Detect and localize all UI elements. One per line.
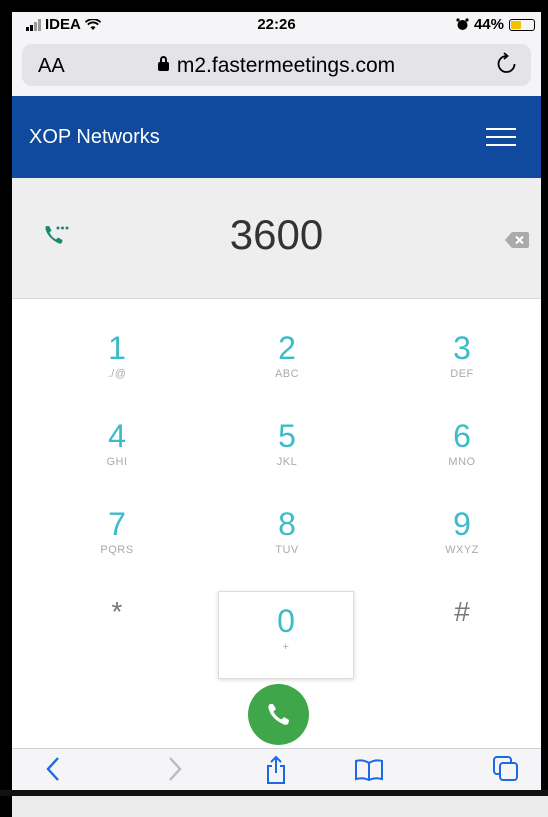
key-digit: 0 [277,603,295,639]
key-digit: 1 [108,330,126,366]
chevron-left-icon[interactable] [44,755,64,783]
url-field[interactable]: AA m2.fastermeetings.com [22,44,531,86]
key-digit: * [111,596,123,627]
share-icon[interactable] [264,755,288,785]
key-7[interactable]: 7 PQRS [50,475,184,563]
device-frame: IDEA 22:26 44% AA m2.fastermeetings.com … [0,0,548,817]
browser-toolbar [12,748,541,790]
key-5[interactable]: 5 JKL [220,387,354,475]
browser-address-bar: AA m2.fastermeetings.com [12,38,541,96]
key-6[interactable]: 6 MNO [395,387,529,475]
phone-screen: IDEA 22:26 44% AA m2.fastermeetings.com … [12,12,541,790]
reload-icon[interactable] [497,52,517,80]
key-letters: ./@ [107,368,127,380]
brand-name[interactable]: XOP Networks [29,126,160,149]
key-digit: 3 [453,330,471,366]
hamburger-menu-icon[interactable] [486,128,516,146]
frame-bottom-border [0,790,548,796]
battery-icon [509,18,535,31]
key-digit: 4 [108,418,126,454]
key-1[interactable]: 1 ./@ [50,299,184,387]
app-header: XOP Networks [12,96,541,178]
key-letters: DEF [450,368,474,380]
key-letters: TUV [275,544,299,556]
key-digit: 6 [453,418,471,454]
lock-icon [157,56,169,71]
number-display: 3600 [12,178,541,299]
url-display[interactable]: m2.fastermeetings.com [22,54,531,78]
key-hash[interactable]: # [395,563,529,651]
key-star[interactable]: * [50,563,184,651]
key-letters: JKL [276,456,298,468]
frame-top-border [0,0,548,12]
key-letters: + [282,641,290,653]
phone-icon [268,704,289,725]
key-digit: 2 [278,330,296,366]
key-letters: GHI [106,456,128,468]
url-text: m2.fastermeetings.com [176,54,396,77]
battery-percent: 44% [473,16,504,33]
alarm-icon [456,18,469,30]
key-letters: MNO [448,456,476,468]
key-9[interactable]: 9 WXYZ [395,475,529,563]
status-bar: IDEA 22:26 44% [12,12,541,38]
book-icon[interactable] [354,758,384,782]
tabs-icon[interactable] [492,755,520,783]
dialed-number: 3600 [229,211,324,258]
key-0[interactable]: 0 + [218,591,354,679]
call-button[interactable] [248,684,309,745]
chevron-right-icon[interactable] [164,755,184,783]
key-digit: # [454,596,470,627]
key-3[interactable]: 3 DEF [395,299,529,387]
key-letters: ABC [274,368,300,380]
key-2[interactable]: 2 ABC [220,299,354,387]
key-digit: 8 [278,506,296,542]
key-letters: PQRS [100,544,134,556]
key-4[interactable]: 4 GHI [50,387,184,475]
key-letters: WXYZ [445,544,479,556]
frame-left-border [0,0,12,817]
frame-right-border [541,0,548,792]
backspace-icon[interactable] [505,232,529,248]
key-8[interactable]: 8 TUV [220,475,354,563]
key-digit: 9 [453,506,471,542]
key-digit: 5 [278,418,296,454]
status-right-group: 44% [456,16,535,33]
key-digit: 7 [108,506,126,542]
